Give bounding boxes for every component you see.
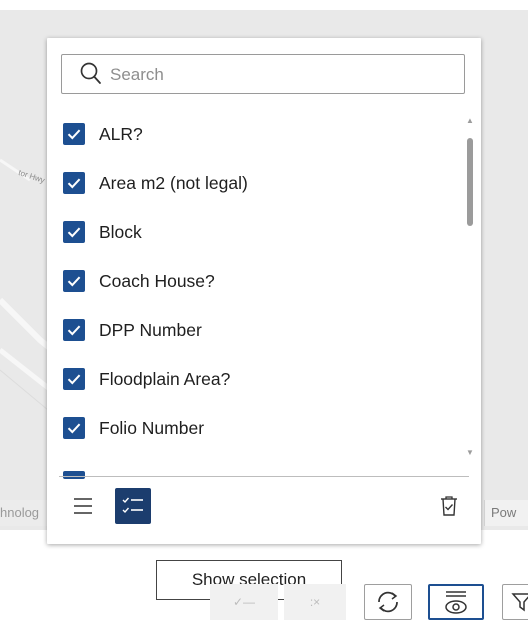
show-all-button[interactable] bbox=[65, 488, 101, 524]
checkbox-checked-icon[interactable] bbox=[63, 172, 85, 194]
checklist-icon bbox=[122, 497, 143, 514]
select-all-button[interactable]: ✓— bbox=[210, 584, 278, 620]
deselect-icon: :× bbox=[309, 595, 321, 609]
checkbox-checked-icon[interactable] bbox=[63, 270, 85, 292]
field-item-area[interactable]: Area m2 (not legal) bbox=[63, 165, 443, 201]
refresh-button[interactable] bbox=[364, 584, 412, 620]
field-label: Area m2 (not legal) bbox=[99, 172, 248, 193]
field-item-coach-house[interactable]: Coach House? bbox=[63, 263, 443, 299]
field-item-floodplain[interactable]: Floodplain Area? bbox=[63, 361, 443, 397]
checkbox-checked-icon[interactable] bbox=[63, 221, 85, 243]
clear-selection-button[interactable] bbox=[431, 488, 467, 524]
checkbox-checked-icon[interactable] bbox=[63, 319, 85, 341]
list-icon bbox=[74, 498, 92, 514]
checkbox-checked-icon[interactable] bbox=[63, 123, 85, 145]
field-list[interactable]: ALR? Area m2 (not legal) Block Coach Hou… bbox=[47, 108, 459, 504]
field-label: ALR? bbox=[99, 123, 143, 144]
field-item-alr[interactable]: ALR? bbox=[63, 116, 443, 152]
field-selector-panel: ALR? Area m2 (not legal) Block Coach Hou… bbox=[47, 38, 481, 544]
checkbox-partial-icon[interactable] bbox=[63, 471, 85, 479]
field-item-dpp-number[interactable]: DPP Number bbox=[63, 312, 443, 348]
checkbox-checked-icon[interactable] bbox=[63, 368, 85, 390]
scrollbar[interactable]: ▲ ▼ bbox=[463, 110, 477, 460]
scroll-down-arrow-icon[interactable]: ▼ bbox=[466, 448, 474, 457]
filter-button[interactable] bbox=[502, 584, 528, 620]
show-selection-button[interactable] bbox=[115, 488, 151, 524]
filter-icon bbox=[511, 593, 528, 612]
search-icon bbox=[80, 62, 101, 84]
select-all-icon: ✓— bbox=[232, 595, 256, 609]
field-label: Block bbox=[99, 221, 142, 242]
trash-check-icon bbox=[441, 496, 457, 516]
deselect-button[interactable]: :× bbox=[284, 584, 346, 620]
field-item-folio-number[interactable]: Folio Number bbox=[63, 410, 443, 446]
search-box[interactable] bbox=[61, 54, 465, 94]
field-item-block[interactable]: Block bbox=[63, 214, 443, 250]
refresh-icon bbox=[378, 591, 398, 613]
show-fields-icon bbox=[445, 591, 467, 614]
field-label: Folio Number bbox=[99, 417, 205, 438]
show-fields-button[interactable] bbox=[428, 584, 484, 620]
map-attribution-right: Pow bbox=[484, 500, 528, 526]
search-input[interactable] bbox=[108, 59, 452, 91]
checkbox-checked-icon[interactable] bbox=[63, 417, 85, 439]
scrollbar-thumb[interactable] bbox=[467, 138, 473, 226]
field-label: DPP Number bbox=[99, 319, 202, 340]
field-label: Floodplain Area? bbox=[99, 368, 231, 389]
field-label: Coach House? bbox=[99, 270, 215, 291]
scroll-up-arrow-icon[interactable]: ▲ bbox=[466, 116, 474, 125]
footer-divider bbox=[59, 476, 469, 477]
